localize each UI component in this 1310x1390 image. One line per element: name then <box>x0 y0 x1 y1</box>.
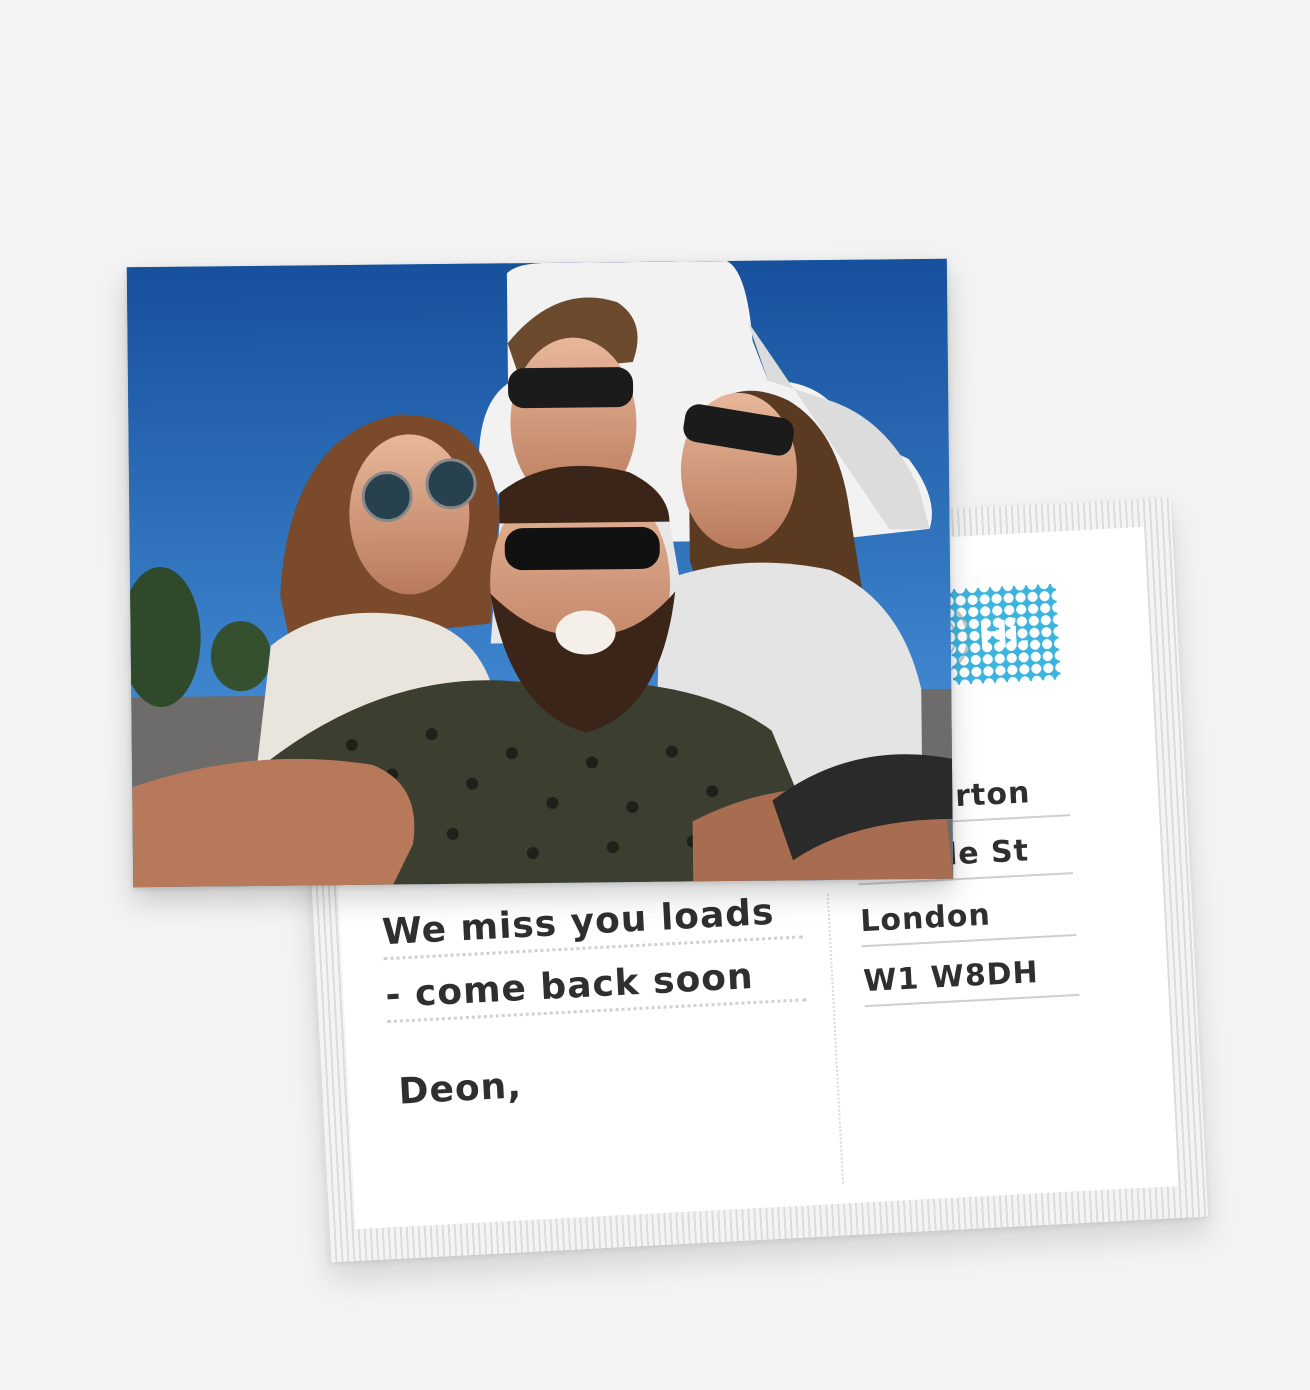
message-line-1: We miss you loads <box>381 890 804 961</box>
postcard-divider <box>826 893 845 1184</box>
address-line-4: W1 W8DH <box>862 952 1080 1008</box>
product-scene: Hi. en Burton rcastle St London W1 W8DH … <box>0 0 1310 1390</box>
signature: Deon, <box>397 1065 523 1113</box>
address-line-3: London <box>859 893 1077 948</box>
message-line-2: - come back soon <box>384 953 807 1024</box>
stamp: Hi. <box>948 583 1061 686</box>
postcard-photo <box>126 258 954 888</box>
selfie-photo <box>126 258 954 888</box>
stamp-text: Hi. <box>977 610 1032 658</box>
